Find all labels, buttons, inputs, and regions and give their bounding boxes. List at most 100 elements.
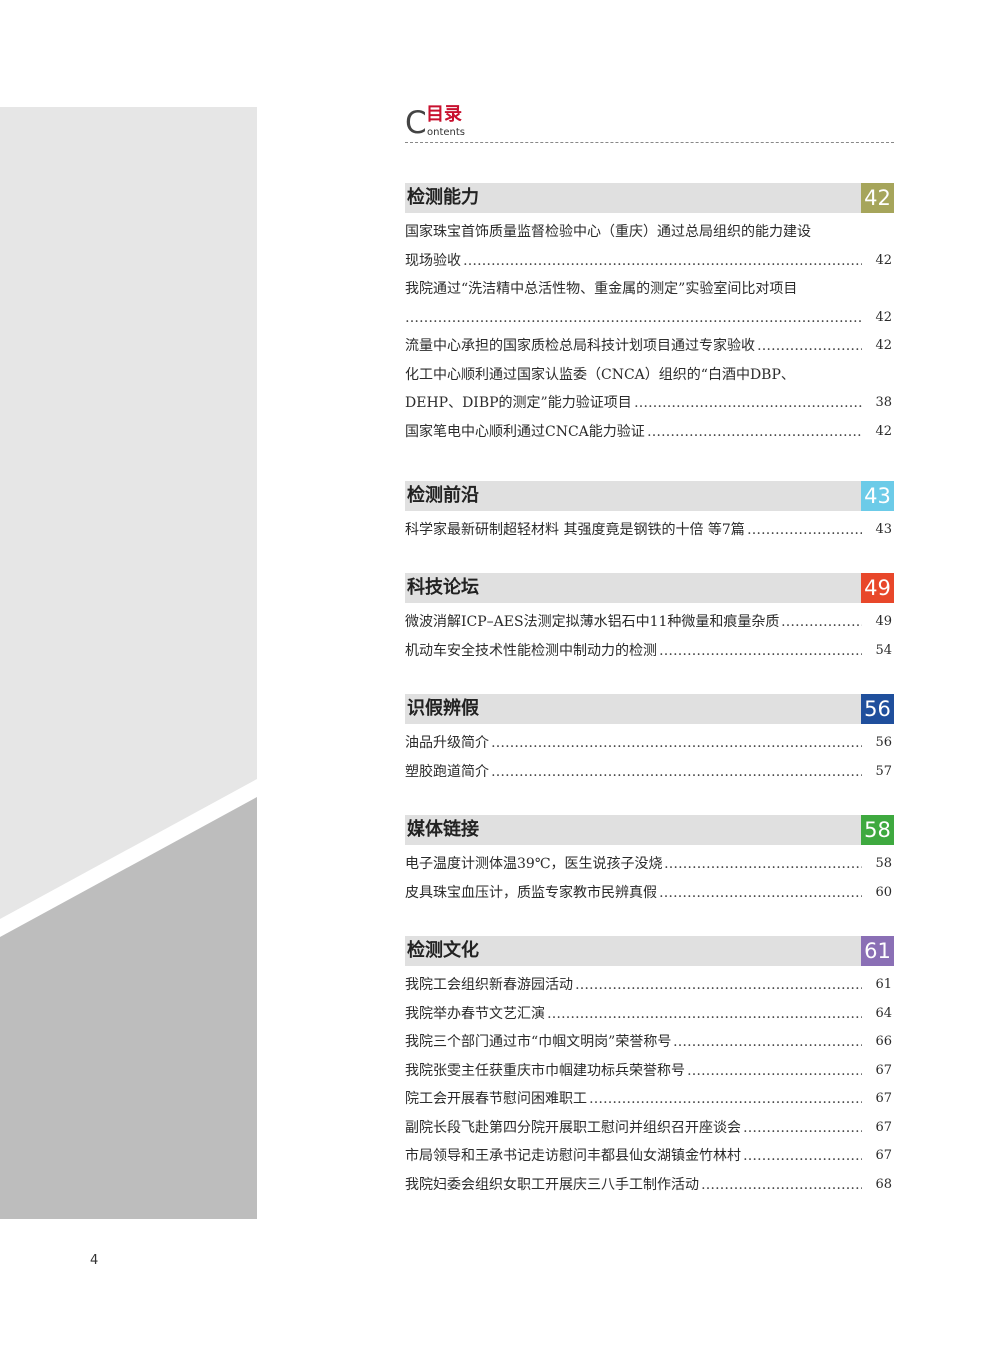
toc-entry[interactable]: 我院张雯主任获重庆市巾帼建功标兵荣誉称号……………………………………………………… [405,1057,894,1086]
toc-entry[interactable]: 院工会开展春节慰问困难职工………………………………………………………………………… [405,1085,894,1114]
toc-entry-page: 64 [875,1005,892,1021]
toc-entry-page: 61 [875,977,892,992]
toc-leader-dots: …………………………………………………………………………………………………………… [781,614,862,630]
toc-section: 检测前沿 43 科学家最新研制超轻材料 其强度竟是钢铁的十倍 等7篇……………………… [405,481,894,545]
section-title: 媒体链接 [407,819,479,840]
section-title: 检测文化 [407,940,479,961]
contents-header: C 目录 ontents [405,104,894,144]
toc-entry[interactable]: 我院三个部门通过市“巾帼文明岗”荣誉称号……………………………………………………… [405,1028,894,1057]
toc-entry[interactable]: 电子温度计测体温39℃，医生说孩子没烧………………………………………………………… [405,850,894,879]
toc-section: 检测文化61我院工会组织新春游园活动…………………………………………………………… [405,936,894,1199]
toc-entry[interactable]: 我院举办春节文艺汇演………………………………………………………………………………… [405,1000,894,1029]
section-header-bar: 科技论坛 49 [405,573,894,603]
toc-entry[interactable]: 国家笔电中心顺利通过CNCA能力验证…………………………………………………………… [405,418,894,447]
toc-entry[interactable]: 我院通过“洗洁精中总活性物、重金属的测定”实验室间比对项目 [405,275,894,304]
section-title: 检测前沿 [407,485,479,506]
toc-leader-dots: …………………………………………………………………………………………………………… [687,1062,862,1079]
toc-leader-dots: …………………………………………………………………………………………………………… [673,1034,862,1050]
section-items: 电子温度计测体温39℃，医生说孩子没烧………………………………………………………… [405,850,894,907]
toc-entry-text: 塑胶跑道简介 [405,763,489,780]
toc-entry[interactable]: 科学家最新研制超轻材料 其强度竟是钢铁的十倍 等7篇……………………………………… [405,516,894,545]
toc-entry[interactable]: 市局领导和王承书记走访慰问丰都县仙女湖镇金竹林村…………………………………………… [405,1142,894,1171]
toc-entry[interactable]: 副院长段飞赴第四分院开展职工慰问并组织召开座谈会…………………………………………… [405,1114,894,1143]
toc-section: 媒体链接 58 电子温度计测体温39℃，医生说孩子没烧………………………………………… [405,815,894,907]
toc-entry-text: 油品升级简介 [405,735,489,751]
section-page-badge: 42 [861,183,894,213]
page-number: 4 [90,1253,99,1268]
contents-c-letter: C [405,105,427,141]
toc-entry-text: 副院长段飞赴第四分院开展职工慰问并组织召开座谈会 [405,1119,741,1136]
toc-entry-text: 国家笔电中心顺利通过CNCA能力验证 [405,423,645,440]
header-dashed-rule [405,142,894,143]
toc-entry-page: 66 [875,1034,892,1049]
toc-entry-text: 科学家最新研制超轻材料 其强度竟是钢铁的十倍 等7篇 [405,522,745,538]
toc-entry-page: 60 [875,884,892,900]
toc-entry-page: 49 [875,614,892,629]
toc-entry-text: 院工会开展春节慰问困难职工 [405,1091,587,1107]
toc-entry-text: 我院举办春节文艺汇演 [405,1005,545,1022]
toc-entry[interactable]: 塑胶跑道简介…………………………………………………………………………………………… [405,758,894,787]
toc-entry-text: 现场验收 [405,252,461,269]
toc-entry[interactable]: 国家珠宝首饰质量监督检验中心（重庆）通过总局组织的能力建设 [405,218,894,247]
section-page-badge: 58 [861,815,894,845]
toc-leader-dots: …………………………………………………………………………………………………………… [463,252,862,269]
toc-leader-dots: …………………………………………………………………………………………………………… [491,735,862,751]
toc-leader-dots: …………………………………………………………………………………………………………… [747,522,862,538]
toc-entry-text: 我院通过“洗洁精中总活性物、重金属的测定”实验室间比对项目 [405,281,798,297]
section-header-bar: 识假辨假 56 [405,694,894,724]
section-header-bar: 检测能力 42 [405,183,894,213]
toc-entry[interactable]: 微波消解ICP–AES法测定拟薄水铝石中11种微量和痕量杂质…………………………… [405,608,894,637]
section-items: 科学家最新研制超轻材料 其强度竟是钢铁的十倍 等7篇……………………………………… [405,516,894,545]
toc-entry[interactable]: 皮具珠宝血压计，质监专家教市民辨真假…………………………………………………………… [405,879,894,908]
toc-leader-dots: …………………………………………………………………………………………………………… [491,763,862,780]
toc-entry-text: 国家珠宝首饰质量监督检验中心（重庆）通过总局组织的能力建设 [405,224,811,240]
toc-section: 识假辨假56 油品升级简介…………………………………………………………………………… [405,694,894,786]
toc-leader-dots: …………………………………………………………………………………………………………… [405,309,862,326]
section-title: 检测能力 [407,187,479,208]
toc-entry-page: 67 [875,1062,892,1078]
toc-section: 科技论坛 49 微波消解ICP–AES法测定拟薄水铝石中11种微量和痕量杂质…………… [405,573,894,665]
toc-entry-page: 42 [875,252,892,268]
toc-entry[interactable]: 化工中心顺利通过国家认监委（CNCA）组织的“白酒中DBP、 [405,361,894,390]
toc-leader-dots: …………………………………………………………………………………………………………… [757,338,862,354]
toc-entry[interactable]: 现场验收………………………………………………………………………………………………… [405,247,894,276]
toc-section: 检测能力 42 国家珠宝首饰质量监督检验中心（重庆）通过总局组织的能力建设 现场验收…… [405,183,894,446]
toc-entry-page: 56 [875,735,892,750]
toc-entry-text: 机动车安全技术性能检测中制动力的检测 [405,642,657,659]
toc-entry-page: 42 [875,309,892,325]
toc-entry-text: 微波消解ICP–AES法测定拟薄水铝石中11种微量和痕量杂质 [405,614,780,630]
toc-leader-dots: …………………………………………………………………………………………………………… [575,977,862,993]
toc-entry-text: 我院张雯主任获重庆市巾帼建功标兵荣誉称号 [405,1062,685,1079]
toc-entry-page: 67 [875,1091,892,1106]
section-page-badge: 56 [861,694,894,724]
toc-entry-page: 38 [875,395,892,410]
toc-entry-text: DEHP、DIBP的测定”能力验证项目 [405,395,632,411]
contents-title-cn: 目录 [426,104,462,125]
section-header-bar: 检测文化 61 [405,936,894,966]
toc-entry-text: 流量中心承担的国家质检总局科技计划项目通过专家验收 [405,338,755,354]
toc-leader-dots: …………………………………………………………………………………………………………… [701,1176,862,1193]
toc-entry[interactable]: 我院妇委会组织女职工开展庆三八手工制作活动…………………………………………………… [405,1171,894,1200]
toc-entry-text: 我院妇委会组织女职工开展庆三八手工制作活动 [405,1176,699,1193]
toc-entry-page: 67 [875,1119,892,1135]
decorative-gray-panel [0,107,257,1219]
toc-entry[interactable]: DEHP、DIBP的测定”能力验证项目………………………………………………………… [405,389,894,418]
toc-entry[interactable]: 流量中心承担的国家质检总局科技计划项目通过专家验收………………………………………… [405,332,894,361]
toc-entry[interactable]: …………………………………………………………………………………………………………… [405,304,894,333]
section-items: 微波消解ICP–AES法测定拟薄水铝石中11种微量和痕量杂质…………………………… [405,608,894,665]
toc-entry-text: 皮具珠宝血压计，质监专家教市民辨真假 [405,884,657,901]
toc-leader-dots: …………………………………………………………………………………………………………… [647,423,862,440]
contents-title-en: ontents [427,127,465,138]
toc-entry-page: 57 [875,763,892,779]
toc-entry[interactable]: 我院工会组织新春游园活动…………………………………………………………………………… [405,971,894,1000]
toc-entry-page: 54 [875,642,892,658]
toc-entry-text: 电子温度计测体温39℃，医生说孩子没烧 [405,856,663,872]
toc-leader-dots: …………………………………………………………………………………………………………… [547,1005,862,1022]
toc-entry[interactable]: 机动车安全技术性能检测中制动力的检测…………………………………………………………… [405,637,894,666]
toc-leader-dots: …………………………………………………………………………………………………………… [664,856,862,872]
toc-entry-text: 我院工会组织新春游园活动 [405,977,573,993]
toc-entry[interactable]: 油品升级简介…………………………………………………………………………………………… [405,729,894,758]
toc-entry-text: 化工中心顺利通过国家认监委（CNCA）组织的“白酒中DBP、 [405,366,795,383]
section-items: 我院工会组织新春游园活动…………………………………………………………………………… [405,971,894,1199]
toc-entry-page: 58 [875,856,892,871]
